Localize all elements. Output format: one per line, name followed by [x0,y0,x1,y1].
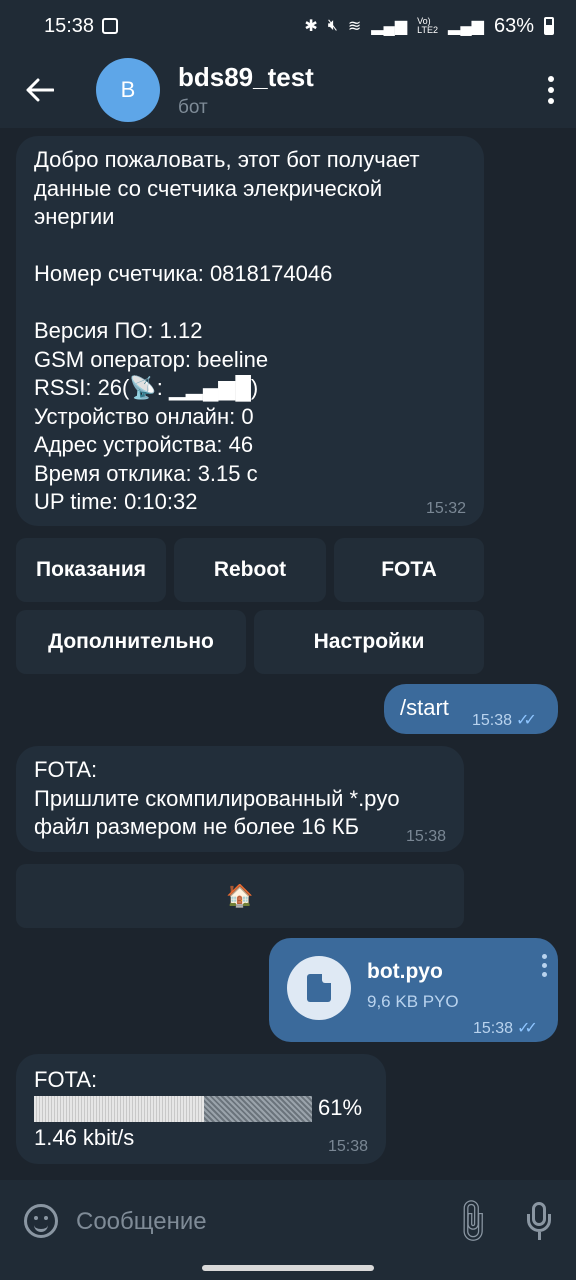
signal-icon-2: ▂▄▆ [448,18,484,35]
keyboard-button-reboot[interactable]: Reboot [174,538,326,602]
status-icons: ✱ 🔇︎ ≋ ▂▄▆ Vo) LTE2 ▂▄▆ 63% [304,15,554,38]
back-arrow-icon[interactable] [0,52,80,128]
message-time: 15:38 ✓✓ [472,712,537,729]
image-icon [102,18,119,34]
chat-area[interactable]: Добро пожаловать, этот бот получает данн… [0,128,576,1180]
start-message-text: /start [400,695,449,720]
fota-progress-percent: 61% [318,1095,363,1120]
file-more-icon[interactable] [542,954,548,977]
keyboard-button-readings[interactable]: Показания [16,538,166,602]
fota-progress-label: FOTA: [34,1067,98,1092]
keyboard-button-home[interactable]: 🏠 [16,864,464,928]
wifi-icon: ≋ [347,18,362,35]
keyboard-button-settings[interactable]: Настройки [254,610,484,674]
navigation-bar [0,1250,576,1280]
file-meta: 9,6 KB PYO [367,992,459,1011]
file-message[interactable]: bot.pyo 9,6 KB PYO 15:38 ✓✓ [269,938,558,1042]
emoji-icon[interactable] [24,1204,58,1238]
home-gesture-bar[interactable] [202,1265,374,1271]
battery-icon [544,17,554,35]
fota-progress-message[interactable]: FOTA: 61% 1.46 kbit/s 15:38 [16,1054,386,1164]
fota-progress-speed: 1.46 kbit/s [34,1125,135,1150]
message-input[interactable]: Сообщение [76,1208,207,1236]
message-time: 15:38 [405,828,446,845]
signal-icon: ▂▄▆ [371,18,408,35]
fota-progress-bar [34,1096,312,1122]
fota-request-message[interactable]: FOTA: Пришлите скомпилированный *.pyo фа… [16,746,464,852]
mute-icon: 🔇︎ [327,17,338,34]
welcome-message[interactable]: Добро пожаловать, этот бот получает данн… [16,136,484,526]
read-checks-icon: ✓✓ [516,712,537,729]
message-time: 15:38 ✓✓ [473,1020,538,1037]
file-document-icon[interactable] [287,956,351,1020]
file-name: bot.pyo [367,960,443,983]
chat-header: B bds89_test бот [0,52,576,128]
microphone-icon[interactable] [526,1202,552,1240]
message-time: 15:38 [327,1138,368,1155]
chat-title-block[interactable]: bds89_test бот [178,62,314,119]
welcome-message-text: Добро пожаловать, этот бот получает данн… [34,147,420,514]
volte-icon: Vo) LTE2 [417,16,439,35]
avatar[interactable]: B [96,58,160,122]
status-time: 15:38 [44,14,95,37]
start-message[interactable]: /start 15:38 ✓✓ [384,684,558,734]
keyboard-button-fota[interactable]: FOTA [334,538,484,602]
attach-icon[interactable]: 📎︎ [445,1193,501,1249]
chat-title: bds89_test [178,61,314,92]
fota-request-text: FOTA: Пришлите скомпилированный *.pyo фа… [34,757,400,839]
keyboard-button-more[interactable]: Дополнительно [16,610,246,674]
chat-subtitle: бот [178,96,208,118]
bluetooth-icon: ✱ [304,18,318,35]
status-bar: 15:38 ✱ 🔇︎ ≋ ▂▄▆ Vo) LTE2 ▂▄▆ 63% [0,0,576,52]
read-checks-icon: ✓✓ [517,1020,538,1037]
message-time: 15:32 [425,500,466,517]
more-menu-icon[interactable] [526,76,576,104]
battery-percent: 63% [493,14,534,37]
